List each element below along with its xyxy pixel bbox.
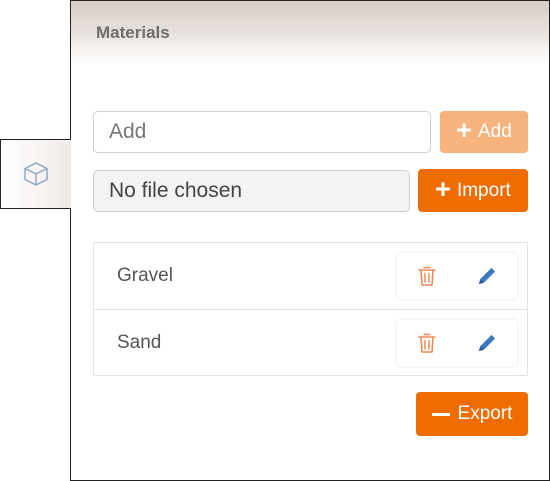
minus-icon — [431, 412, 450, 416]
item-actions — [397, 319, 517, 366]
add-material-row: + Add — [93, 111, 528, 153]
list-item: Gravel — [94, 243, 527, 309]
plus-icon: + — [435, 173, 451, 204]
import-row: No file chosen + Import — [93, 169, 528, 212]
add-material-input[interactable] — [93, 111, 431, 153]
import-button-label: Import — [456, 179, 511, 201]
pencil-icon[interactable] — [472, 328, 502, 358]
file-chooser[interactable]: No file chosen — [93, 169, 410, 212]
materials-list: Gravel Sand — [93, 242, 528, 376]
material-label: Gravel — [117, 265, 173, 286]
panel-title: Materials — [96, 23, 170, 42]
list-item: Sand — [94, 309, 527, 375]
cube-icon — [22, 160, 50, 188]
import-button[interactable]: + Import — [418, 169, 528, 212]
materials-side-tab[interactable] — [0, 139, 71, 209]
file-chooser-text: No file chosen — [109, 178, 243, 202]
trash-icon[interactable] — [412, 328, 442, 358]
materials-panel: Materials + Add No file chosen + Import … — [71, 1, 549, 480]
item-actions — [397, 253, 517, 299]
export-button[interactable]: Export — [416, 392, 528, 436]
material-label: Sand — [117, 331, 162, 353]
plus-icon: + — [456, 115, 472, 145]
add-button-label: Add — [477, 121, 512, 142]
export-button-label: Export — [457, 403, 513, 424]
panel-header: Materials — [71, 1, 549, 65]
trash-icon[interactable] — [412, 261, 442, 291]
pencil-icon[interactable] — [472, 261, 502, 291]
add-button[interactable]: + Add — [440, 111, 528, 153]
